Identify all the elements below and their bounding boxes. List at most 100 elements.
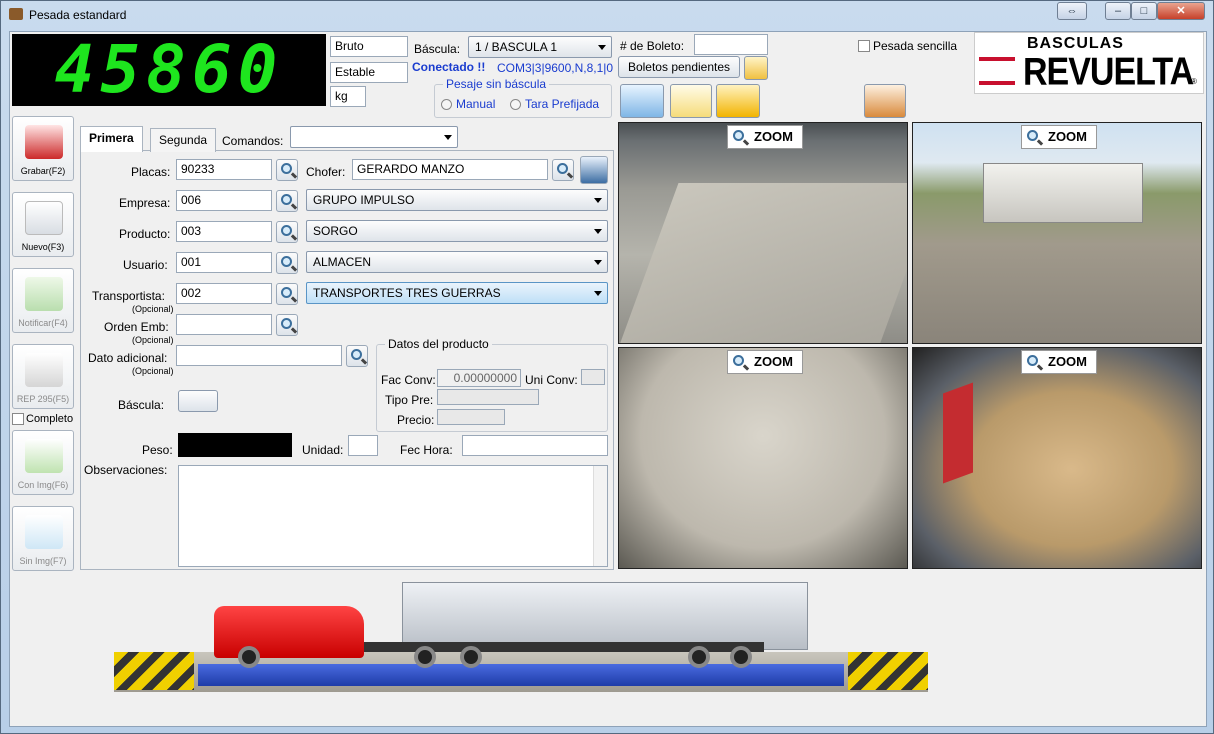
notificar-button[interactable]: Notificar(F4) (12, 268, 74, 333)
refresh-icon[interactable] (744, 56, 768, 80)
chofer-search-button[interactable] (552, 159, 574, 181)
transportista-search-button[interactable] (276, 283, 298, 305)
search-icon (733, 355, 744, 366)
precio-label: Precio: (397, 413, 435, 427)
transportista-name: TRANSPORTES TRES GUERRAS (313, 286, 501, 300)
transportista-code-input[interactable]: 002 (176, 283, 272, 304)
camera-3: ZOOM (618, 347, 908, 569)
exit-door-icon[interactable] (864, 84, 906, 118)
placas-search-button[interactable] (276, 159, 298, 181)
zoom-label: ZOOM (1048, 129, 1087, 144)
camera-3-zoom-button[interactable]: ZOOM (727, 350, 803, 374)
datos-producto-title: Datos del producto (385, 337, 492, 351)
pesada-sencilla-checkbox[interactable] (858, 40, 870, 52)
truck-scale-illustration (114, 576, 928, 696)
wheel (460, 646, 482, 668)
camera-1-zoom-button[interactable]: ZOOM (727, 125, 803, 149)
empresa-code-input[interactable]: 006 (176, 190, 272, 211)
empresa-search-button[interactable] (276, 190, 298, 212)
minimize-button[interactable]: – (1105, 2, 1131, 20)
grabar-button[interactable]: Grabar(F2) (12, 116, 74, 181)
fec-hora-label: Fec Hora: (400, 443, 453, 457)
placas-input[interactable]: 90233 (176, 159, 272, 180)
uni-conv-field (581, 369, 605, 385)
dato-optional: (Opcional) (132, 366, 174, 376)
con-img-button[interactable]: Con Img(F6) (12, 430, 74, 495)
datos-producto-group: Datos del producto Fac Conv: 0.00000000 … (376, 337, 608, 432)
bascula-label: Báscula: (414, 42, 461, 56)
rep295-button[interactable]: REP 295(F5) (12, 344, 74, 409)
comandos-select[interactable] (290, 126, 458, 148)
uni-conv-label: Uni Conv: (525, 373, 578, 387)
tara-label: Tara Prefijada (525, 97, 600, 111)
wheel (730, 646, 752, 668)
restore-button[interactable]: ⇔ (1057, 2, 1087, 20)
usuario-code-input[interactable]: 001 (176, 252, 272, 273)
observaciones-textarea[interactable] (178, 465, 608, 567)
pesaje-group-title: Pesaje sin báscula (443, 77, 550, 91)
transportista-select[interactable]: TRANSPORTES TRES GUERRAS (306, 282, 608, 304)
observaciones-scrollbar[interactable] (593, 466, 607, 566)
orden-optional: (Opcional) (132, 335, 174, 345)
orden-label: Orden Emb: (104, 320, 169, 334)
sync-icon[interactable] (620, 84, 664, 118)
sin-img-button[interactable]: Sin Img(F7) (12, 506, 74, 571)
boleto-input[interactable] (694, 34, 768, 55)
driver-icon[interactable] (580, 156, 608, 184)
boletos-pendientes-button[interactable]: Boletos pendientes (618, 56, 740, 78)
form-bascula-button[interactable] (178, 390, 218, 412)
wheel (688, 646, 710, 668)
peso-display (178, 433, 292, 457)
printer-image-icon (25, 439, 63, 473)
empresa-select[interactable]: GRUPO IMPULSO (306, 189, 608, 211)
maximize-button[interactable]: □ (1131, 2, 1157, 20)
nuevo-button[interactable]: Nuevo(F3) (12, 192, 74, 257)
producto-code-input[interactable]: 003 (176, 221, 272, 242)
producto-name: SORGO (313, 224, 358, 238)
producto-search-button[interactable] (276, 221, 298, 243)
unidad-field[interactable] (348, 435, 378, 456)
tipo-pre-field (437, 389, 539, 405)
camera-4-zoom-button[interactable]: ZOOM (1021, 350, 1097, 374)
search-icon (281, 287, 292, 298)
camera-2-truck (983, 163, 1143, 223)
usuario-name: ALMACEN (313, 255, 372, 269)
tab-segunda[interactable]: Segunda (150, 128, 217, 152)
empresa-name: GRUPO IMPULSO (313, 193, 415, 207)
logo-mark-icon (979, 57, 1015, 85)
usuario-select[interactable]: ALMACEN (306, 251, 608, 273)
tara-radio[interactable] (510, 99, 521, 110)
rep295-label: REP 295(F5) (16, 394, 70, 404)
producto-select[interactable]: SORGO (306, 220, 608, 242)
truck-cab (214, 606, 364, 658)
tab-primera[interactable]: Primera (80, 126, 143, 152)
camera-2-zoom-button[interactable]: ZOOM (1021, 125, 1097, 149)
camera-1: ZOOM (618, 122, 908, 344)
search-icon (1027, 355, 1038, 366)
placas-label: Placas: (131, 165, 171, 179)
close-button[interactable]: ✕ (1157, 2, 1205, 20)
chofer-input[interactable]: GERARDO MANZO (352, 159, 548, 180)
app-icon (9, 8, 23, 20)
tag-icon[interactable] (716, 84, 760, 118)
con-img-label: Con Img(F6) (17, 480, 69, 490)
manual-radio[interactable] (441, 99, 452, 110)
comandos-label: Comandos: (222, 134, 284, 148)
chevron-down-icon (594, 291, 602, 296)
notificar-label: Notificar(F4) (18, 318, 68, 328)
transportista-label: Transportista: (92, 289, 165, 303)
usuario-search-button[interactable] (276, 252, 298, 274)
completo-checkbox[interactable] (12, 413, 24, 425)
orden-input[interactable] (176, 314, 272, 335)
empresa-label: Empresa: (119, 196, 171, 210)
precio-field (437, 409, 505, 425)
dato-input[interactable] (176, 345, 342, 366)
fec-hora-field[interactable] (462, 435, 608, 456)
attach-icon[interactable] (670, 84, 712, 118)
bascula-select[interactable]: 1 / BASCULA 1 (468, 36, 612, 58)
zoom-label: ZOOM (754, 354, 793, 369)
notify-icon (25, 277, 63, 311)
dato-search-button[interactable] (346, 345, 368, 367)
chevron-down-icon (444, 135, 452, 140)
orden-search-button[interactable] (276, 314, 298, 336)
